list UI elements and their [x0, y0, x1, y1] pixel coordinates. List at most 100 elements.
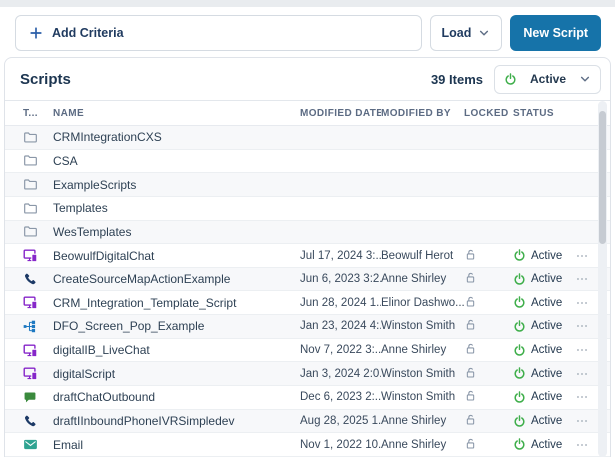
vertical-scrollbar[interactable]: [598, 101, 607, 457]
modified-date: Jun 6, 2023 3:2...: [300, 273, 381, 285]
status-cell: Active: [513, 438, 571, 451]
power-icon: [513, 438, 526, 451]
top-edge-strip: [0, 0, 615, 7]
locked-cell: [464, 437, 513, 453]
lock-icon: [464, 248, 477, 261]
modified-date: Jan 23, 2024 4:...: [300, 320, 381, 332]
power-icon: [513, 391, 526, 404]
script-name: draftChatOutbound: [53, 390, 300, 404]
power-icon: [513, 344, 526, 357]
table-row[interactable]: draftIInboundPhoneIVRSimpledev Aug 28, 2…: [5, 410, 610, 434]
row-menu-button[interactable]: [571, 414, 593, 428]
more-icon: [575, 249, 589, 263]
script-list: CRMIntegrationCXS CSA ExampleScripts Tem…: [5, 126, 610, 457]
modified-date: Nov 1, 2022 10...: [300, 439, 381, 451]
column-header-status[interactable]: STATUS: [513, 108, 571, 119]
email-icon: [23, 437, 38, 452]
scripts-panel: Scripts 39 Items Active T... NAME MODIFI…: [4, 57, 611, 457]
table-row[interactable]: Email Nov 1, 2022 10... Anne Shirley Act…: [5, 433, 610, 457]
status-cell: Active: [513, 296, 571, 309]
table-row[interactable]: BeowulfDigitalChat Jul 17, 2024 3:... Be…: [5, 244, 610, 268]
script-name: ExampleScripts: [53, 178, 300, 192]
folder-icon: [23, 177, 38, 192]
status-cell: Active: [513, 249, 571, 262]
table-row[interactable]: CSA: [5, 150, 610, 174]
script-name: Templates: [53, 201, 300, 215]
more-icon: [575, 414, 589, 428]
lock-icon: [464, 389, 477, 402]
power-icon: [513, 320, 526, 333]
folder-icon: [23, 224, 38, 239]
scrollbar-thumb[interactable]: [599, 111, 606, 244]
status-label: Active: [531, 415, 562, 427]
column-header-type[interactable]: T...: [15, 108, 53, 119]
modified-by: Anne Shirley: [381, 439, 464, 451]
script-name: Email: [53, 438, 300, 452]
workflow-icon: [23, 319, 38, 334]
table-row[interactable]: CreateSourceMapActionExample Jun 6, 2023…: [5, 268, 610, 292]
power-icon: [513, 367, 526, 380]
table-row[interactable]: WesTemplates: [5, 221, 610, 245]
table-row[interactable]: draftChatOutbound Dec 6, 2023 2:... Wins…: [5, 386, 610, 410]
more-icon: [575, 390, 589, 404]
new-script-button[interactable]: New Script: [510, 15, 601, 51]
phone-icon: [23, 272, 37, 286]
status-filter-dropdown[interactable]: Active: [494, 65, 601, 94]
locked-cell: [464, 248, 513, 264]
row-menu-button[interactable]: [571, 390, 593, 404]
chevron-down-icon: [579, 73, 591, 85]
column-header-modified-by[interactable]: MODIFIED BY: [381, 108, 464, 119]
row-menu-button[interactable]: [571, 367, 593, 381]
modified-date: Jul 17, 2024 3:...: [300, 250, 381, 262]
status-filter-value: Active: [530, 72, 566, 86]
load-button[interactable]: Load: [430, 15, 503, 51]
table-row[interactable]: CRM_Integration_Template_Script Jun 28, …: [5, 291, 610, 315]
row-menu-button[interactable]: [571, 343, 593, 357]
modified-by: Anne Shirley: [381, 415, 464, 427]
modified-by: Winston Smith: [381, 368, 464, 380]
table-row[interactable]: CRMIntegrationCXS: [5, 126, 610, 150]
digital-script-icon: [23, 343, 38, 358]
add-criteria-label: Add Criteria: [52, 26, 124, 40]
column-header-locked[interactable]: LOCKED: [464, 108, 513, 119]
modified-by: Beowulf Herot: [381, 250, 464, 262]
toolbar: Add Criteria Load New Script: [15, 15, 601, 51]
table-row[interactable]: digitalScript Jan 3, 2024 2:0... Winston…: [5, 362, 610, 386]
table-row[interactable]: ExampleScripts: [5, 173, 610, 197]
row-menu-button[interactable]: [571, 438, 593, 452]
locked-cell: [464, 366, 513, 382]
modified-by: Winston Smith: [381, 391, 464, 403]
status-label: Active: [531, 320, 562, 332]
modified-date: Jan 3, 2024 2:0...: [300, 368, 381, 380]
script-name: BeowulfDigitalChat: [53, 249, 300, 263]
lock-icon: [464, 271, 477, 284]
folder-icon: [23, 153, 38, 168]
table-row[interactable]: Templates: [5, 197, 610, 221]
status-cell: Active: [513, 415, 571, 428]
modified-date: Aug 28, 2025 1...: [300, 415, 381, 427]
modified-date: Nov 7, 2022 3:...: [300, 344, 381, 356]
scripts-panel-header: Scripts 39 Items Active: [5, 58, 610, 101]
digital-script-icon: [23, 295, 38, 310]
lock-icon: [464, 342, 477, 355]
table-row[interactable]: DFO_Screen_Pop_Example Jan 23, 2024 4:..…: [5, 315, 610, 339]
row-menu-button[interactable]: [571, 272, 593, 286]
column-header-name[interactable]: NAME: [53, 108, 300, 119]
plus-icon: [29, 26, 43, 40]
script-name: draftIInboundPhoneIVRSimpledev: [53, 414, 300, 428]
row-menu-button[interactable]: [571, 249, 593, 263]
new-script-label: New Script: [523, 26, 588, 40]
script-name: CRM_Integration_Template_Script: [53, 296, 300, 310]
row-menu-button[interactable]: [571, 296, 593, 310]
modified-by: Anne Shirley: [381, 273, 464, 285]
more-icon: [575, 343, 589, 357]
row-menu-button[interactable]: [571, 319, 593, 333]
load-label: Load: [442, 26, 472, 40]
status-label: Active: [531, 297, 562, 309]
locked-cell: [464, 318, 513, 334]
add-criteria-button[interactable]: Add Criteria: [15, 15, 422, 51]
column-header-modified-date[interactable]: MODIFIED DATE: [300, 108, 381, 119]
script-name: digitalIB_LiveChat: [53, 343, 300, 357]
table-row[interactable]: digitalIB_LiveChat Nov 7, 2022 3:... Ann…: [5, 339, 610, 363]
locked-cell: [464, 413, 513, 429]
